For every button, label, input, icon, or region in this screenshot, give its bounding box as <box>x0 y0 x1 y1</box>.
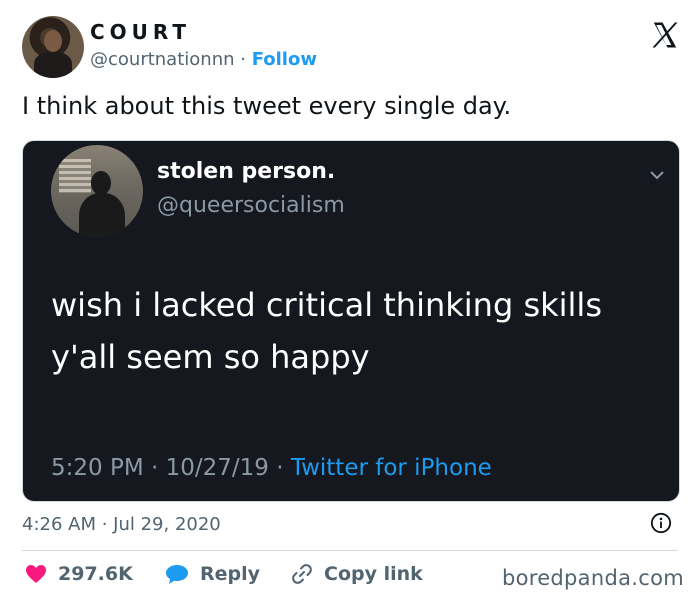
copy-link-button[interactable]: Copy link <box>290 562 423 586</box>
embedded-tweet-text: wish i lacked critical thinking skills y… <box>51 279 602 383</box>
reply-label: Reply <box>200 563 261 585</box>
avatar[interactable] <box>22 16 84 78</box>
embedded-meta: 5:20 PM · 10/27/19 · Twitter for iPhone <box>51 455 492 481</box>
x-logo-icon[interactable] <box>650 20 680 50</box>
embedded-avatar <box>51 145 143 237</box>
embedded-source: Twitter for iPhone <box>290 455 492 481</box>
embedded-handle: @queersocialism <box>157 193 345 218</box>
copy-link-label: Copy link <box>324 563 423 585</box>
embedded-line-1: wish i lacked critical thinking skills <box>51 286 602 324</box>
embedded-tweet-image[interactable]: stolen person. @queersocialism wish i la… <box>22 140 680 502</box>
like-button[interactable]: 297.6K <box>24 562 133 586</box>
handle-row: @courtnationnn · Follow <box>90 49 317 70</box>
embedded-line-2: y'all seem so happy <box>51 338 370 376</box>
embedded-display-name: stolen person. <box>157 159 336 184</box>
divider <box>22 550 678 551</box>
reply-button[interactable]: Reply <box>164 562 260 586</box>
display-name[interactable]: COURT <box>90 20 191 44</box>
watermark: boredpanda.com <box>501 566 684 590</box>
chevron-down-icon <box>650 171 664 180</box>
tweet-text: I think about this tweet every single da… <box>22 92 512 120</box>
follow-button[interactable]: Follow <box>252 49 317 70</box>
user-handle[interactable]: @courtnationnn <box>90 49 235 70</box>
info-icon[interactable] <box>650 512 672 534</box>
heart-icon <box>26 565 46 583</box>
tweet-timestamp[interactable]: 4:26 AM · Jul 29, 2020 <box>22 514 221 535</box>
like-count: 297.6K <box>58 563 133 585</box>
link-icon <box>292 564 312 584</box>
embedded-timestamp: 5:20 PM · 10/27/19 · <box>51 455 291 481</box>
tweet-header: COURT @courtnationnn · Follow <box>22 16 682 78</box>
reply-bubble-icon <box>166 565 188 584</box>
separator: · <box>234 49 252 70</box>
